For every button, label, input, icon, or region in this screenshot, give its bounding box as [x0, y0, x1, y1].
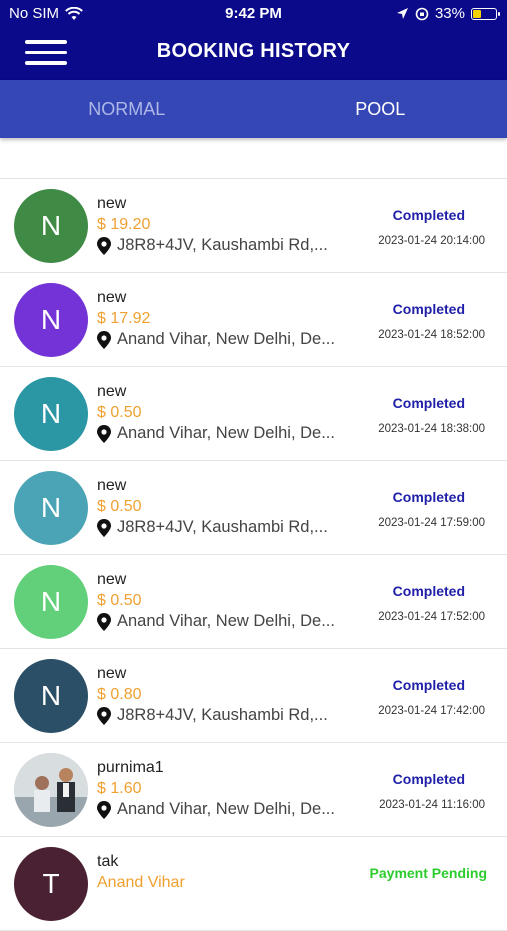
- battery-icon: [471, 8, 497, 20]
- page-title: BOOKING HISTORY: [0, 40, 507, 63]
- avatar: [14, 753, 88, 827]
- address-text: J8R8+4JV, Kaushambi Rd,...: [117, 236, 328, 255]
- avatar: N: [14, 189, 88, 263]
- booking-row[interactable]: Nnew $ 0.50 Anand Vihar, New Delhi, De... C…: [0, 555, 507, 649]
- status-bar: No SIM 9:42 PM 33%: [0, 0, 507, 28]
- fare-amount: $ 0.50: [97, 498, 141, 516]
- fare-amount: Anand Vihar: [97, 874, 185, 892]
- booking-row[interactable]: Ttak Anand Vihar Payment Pending: [0, 837, 507, 931]
- address-text: Anand Vihar, New Delhi, De...: [117, 800, 335, 819]
- avatar: N: [14, 659, 88, 733]
- fare-amount: $ 0.50: [97, 404, 141, 422]
- status-badge: Completed: [393, 771, 465, 787]
- fare-amount: $ 1.60: [97, 780, 141, 798]
- fare-amount: $ 19.20: [97, 216, 150, 234]
- address-text: J8R8+4JV, Kaushambi Rd,...: [117, 518, 328, 537]
- location-pin-icon: [97, 237, 111, 255]
- booking-row[interactable]: Nnew $ 0.50 Anand Vihar, New Delhi, De... C…: [0, 367, 507, 461]
- booking-row[interactable]: Nnew $ 19.20 J8R8+4JV, Kaushambi Rd,... Com…: [0, 179, 507, 273]
- booking-date: 2023-01-24 17:52:00: [378, 611, 485, 623]
- booking-list: Nnew $ 19.20 J8R8+4JV, Kaushambi Rd,... Com…: [0, 178, 507, 931]
- tab-pool[interactable]: POOL: [254, 80, 507, 138]
- pickup-address: Anand Vihar, New Delhi, De...: [97, 800, 357, 819]
- fare-amount: $ 17.92: [97, 310, 150, 328]
- rider-name: tak: [97, 853, 118, 871]
- pickup-address: J8R8+4JV, Kaushambi Rd,...: [97, 518, 357, 537]
- booking-date: 2023-01-24 17:42:00: [378, 705, 485, 717]
- location-pin-icon: [97, 707, 111, 725]
- booking-row[interactable]: purnima1 $ 1.60 Anand Vihar, New Delhi, De…: [0, 743, 507, 837]
- status-badge: Completed: [393, 301, 465, 317]
- pickup-address: J8R8+4JV, Kaushambi Rd,...: [97, 706, 357, 725]
- avatar: N: [14, 565, 88, 639]
- pickup-address: Anand Vihar, New Delhi, De...: [97, 424, 357, 443]
- rider-name: new: [97, 477, 126, 495]
- rotation-lock-icon: [415, 7, 429, 21]
- status-badge: Payment Pending: [370, 865, 487, 881]
- rider-name: purnima1: [97, 759, 164, 777]
- booking-row[interactable]: Nnew $ 0.80 J8R8+4JV, Kaushambi Rd,... Comp…: [0, 649, 507, 743]
- location-pin-icon: [97, 519, 111, 537]
- address-text: J8R8+4JV, Kaushambi Rd,...: [117, 706, 328, 725]
- booking-date: 2023-01-24 11:16:00: [379, 799, 485, 811]
- pickup-address: Anand Vihar, New Delhi, De...: [97, 612, 357, 631]
- location-arrow-icon: [396, 7, 409, 20]
- status-badge: Completed: [393, 395, 465, 411]
- address-text: Anand Vihar, New Delhi, De...: [117, 424, 335, 443]
- tab-normal[interactable]: NORMAL: [0, 80, 254, 138]
- location-pin-icon: [97, 331, 111, 349]
- rider-name: new: [97, 289, 126, 307]
- fare-amount: $ 0.50: [97, 592, 141, 610]
- status-badge: Completed: [393, 583, 465, 599]
- nav-bar: BOOKING HISTORY: [0, 28, 507, 80]
- avatar: N: [14, 471, 88, 545]
- location-pin-icon: [97, 801, 111, 819]
- location-pin-icon: [97, 425, 111, 443]
- booking-row[interactable]: Nnew $ 0.50 J8R8+4JV, Kaushambi Rd,... Comp…: [0, 461, 507, 555]
- booking-date: 2023-01-24 20:14:00: [378, 235, 485, 247]
- avatar: N: [14, 377, 88, 451]
- pickup-address: Anand Vihar, New Delhi, De...: [97, 330, 357, 349]
- booking-date: 2023-01-24 18:38:00: [378, 423, 485, 435]
- booking-row[interactable]: Nnew $ 17.92 Anand Vihar, New Delhi, De...…: [0, 273, 507, 367]
- pickup-address: J8R8+4JV, Kaushambi Rd,...: [97, 236, 357, 255]
- battery-percent: 33%: [435, 5, 465, 22]
- location-pin-icon: [97, 613, 111, 631]
- address-text: Anand Vihar, New Delhi, De...: [117, 612, 335, 631]
- rider-name: new: [97, 383, 126, 401]
- booking-date: 2023-01-24 18:52:00: [378, 329, 485, 341]
- booking-date: 2023-01-24 17:59:00: [378, 517, 485, 529]
- tab-bar: NORMAL POOL: [0, 80, 507, 138]
- fare-amount: $ 0.80: [97, 686, 141, 704]
- rider-name: new: [97, 571, 126, 589]
- avatar: N: [14, 283, 88, 357]
- avatar: T: [14, 847, 88, 921]
- status-badge: Completed: [393, 489, 465, 505]
- address-text: Anand Vihar, New Delhi, De...: [117, 330, 335, 349]
- rider-name: new: [97, 665, 126, 683]
- rider-name: new: [97, 195, 126, 213]
- status-badge: Completed: [393, 207, 465, 223]
- status-badge: Completed: [393, 677, 465, 693]
